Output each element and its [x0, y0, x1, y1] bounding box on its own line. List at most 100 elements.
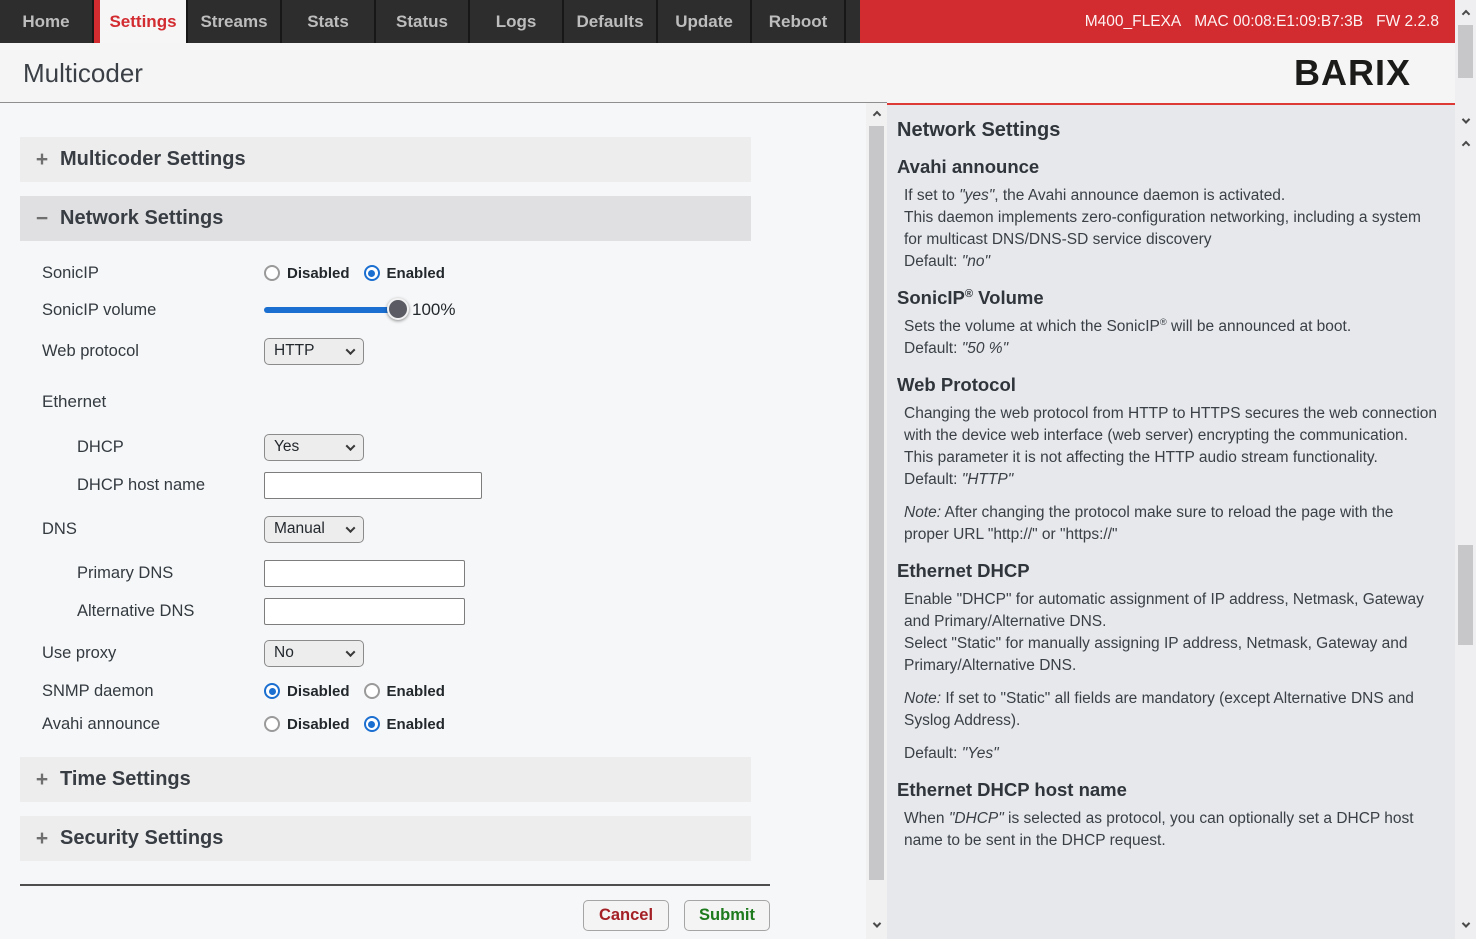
alternative-dns-input[interactable]: [264, 598, 465, 625]
use-proxy-label: Use proxy: [42, 644, 264, 663]
avahi-enabled-radio[interactable]: [364, 716, 380, 732]
chevron-down-icon: [346, 647, 356, 657]
tab-logs[interactable]: Logs: [470, 0, 564, 43]
sonicip-row: SonicIP Disabled Enabled: [20, 258, 751, 288]
slider-track: [264, 307, 398, 313]
sonicip-enabled-radio[interactable]: [364, 265, 380, 281]
tab-streams[interactable]: Streams: [188, 0, 282, 43]
use-proxy-select[interactable]: No: [264, 640, 364, 667]
help-panel: Network Settings Avahi announceIf set to…: [887, 103, 1455, 939]
scroll-up-button[interactable]: [866, 105, 887, 125]
alternative-dns-label: Alternative DNS: [77, 602, 264, 621]
section-multicoder-settings[interactable]: + Multicoder Settings: [20, 137, 751, 182]
content-scrollbar: [866, 103, 887, 939]
barix-logo: BARIX: [1294, 52, 1411, 94]
help-section-heading: Ethernet DHCP host name: [897, 779, 1439, 801]
section-label: Multicoder Settings: [60, 148, 246, 171]
help-paragraph: Changing the web protocol from HTTP to H…: [897, 403, 1439, 491]
sonicip-disabled-radio[interactable]: [264, 265, 280, 281]
primary-dns-row: Primary DNS: [20, 558, 751, 588]
dhcp-select[interactable]: Yes: [264, 434, 364, 461]
snmp-disabled-radio[interactable]: [264, 683, 280, 699]
snmp-enabled-radio[interactable]: [364, 683, 380, 699]
dhcp-label: DHCP: [77, 438, 264, 457]
tab-status[interactable]: Status: [376, 0, 470, 43]
section-security-settings[interactable]: + Security Settings: [20, 816, 751, 861]
avahi-announce-row: Avahi announce Disabled Enabled: [20, 709, 751, 739]
section-network-settings[interactable]: − Network Settings: [20, 196, 751, 241]
form-buttons: Cancel Submit: [20, 900, 770, 931]
slider-thumb[interactable]: [387, 298, 409, 320]
snmp-radio-group: Disabled Enabled: [264, 683, 459, 700]
page-scroll-up-button[interactable]: [1455, 4, 1476, 24]
section-label: Network Settings: [60, 207, 223, 230]
section-time-settings[interactable]: + Time Settings: [20, 757, 751, 802]
chevron-up-icon: [1461, 10, 1469, 18]
avahi-disabled-label: Disabled: [287, 716, 350, 733]
sonicip-volume-slider[interactable]: [264, 299, 398, 321]
avahi-disabled-radio[interactable]: [264, 716, 280, 732]
help-sections: Avahi announce If set to "yes", the Avahi…: [897, 156, 1439, 852]
help-section-heading: Web Protocol: [897, 374, 1439, 396]
network-settings-form: SonicIP Disabled Enabled SonicIP volume …: [20, 258, 751, 739]
expand-icon: +: [34, 827, 50, 851]
help-scroll-down-button[interactable]: [1455, 915, 1476, 935]
sonicip-disabled-label: Disabled: [287, 265, 350, 282]
dns-label: DNS: [42, 520, 264, 539]
sonicip-label: SonicIP: [42, 264, 264, 283]
dhcp-host-name-label: DHCP host name: [77, 476, 264, 495]
scrollbar-thumb[interactable]: [869, 126, 884, 880]
dns-select[interactable]: Manual: [264, 516, 364, 543]
web-protocol-row: Web protocol HTTP: [20, 336, 751, 366]
snmp-daemon-label: SNMP daemon: [42, 682, 264, 701]
dhcp-row: DHCP Yes: [20, 432, 751, 462]
help-paragraph: Default: "Yes": [897, 743, 1439, 765]
tab-defaults[interactable]: Defaults: [564, 0, 658, 43]
help-paragraph: Note: After changing the protocol make s…: [897, 502, 1439, 546]
form-divider: [20, 884, 770, 886]
avahi-radio-group: Disabled Enabled: [264, 716, 459, 733]
scroll-down-button[interactable]: [866, 915, 887, 935]
dhcp-host-name-row: DHCP host name: [20, 470, 751, 500]
page-scroll-down-button[interactable]: [1455, 111, 1476, 131]
main-content: + Multicoder Settings − Network Settings…: [0, 103, 866, 939]
page-scrollbar-thumb[interactable]: [1458, 25, 1473, 78]
help-scroll-up-button[interactable]: [1455, 135, 1476, 155]
cancel-button[interactable]: Cancel: [583, 900, 669, 931]
sonicip-enabled-label: Enabled: [387, 265, 445, 282]
help-scrollbar-thumb[interactable]: [1458, 545, 1473, 645]
tab-update[interactable]: Update: [658, 0, 752, 43]
avahi-enabled-label: Enabled: [387, 716, 445, 733]
sonicip-volume-row: SonicIP volume 100%: [20, 292, 751, 328]
help-paragraph: Enable "DHCP" for automatic assignment o…: [897, 589, 1439, 677]
expand-icon: +: [34, 148, 50, 172]
dns-row: DNS Manual: [20, 514, 751, 544]
ethernet-heading: Ethernet: [20, 392, 751, 416]
chevron-up-icon: [1461, 141, 1469, 149]
primary-dns-input[interactable]: [264, 560, 465, 587]
device-info-bar: M400_FLEXA MAC 00:08:E1:09:B7:3B FW 2.2.…: [860, 0, 1455, 43]
help-paragraph: If set to "yes", the Avahi announce daem…: [897, 185, 1439, 273]
help-paragraph: Note: If set to "Static" all fields are …: [897, 688, 1439, 732]
tab-home[interactable]: Home: [0, 0, 94, 43]
use-proxy-row: Use proxy No: [20, 638, 751, 668]
help-section-heading: Avahi announce: [897, 156, 1439, 178]
tab-reboot[interactable]: Reboot: [752, 0, 846, 43]
tab-settings[interactable]: Settings: [94, 0, 188, 43]
chevron-down-icon: [346, 345, 356, 355]
device-mac: MAC 00:08:E1:09:B7:3B: [1194, 13, 1363, 31]
submit-button[interactable]: Submit: [684, 900, 770, 931]
tab-stats[interactable]: Stats: [282, 0, 376, 43]
chevron-down-icon: [1461, 115, 1469, 123]
web-protocol-select[interactable]: HTTP: [264, 338, 364, 365]
help-section-heading: SonicIP® Volume: [897, 287, 1439, 309]
snmp-disabled-label: Disabled: [287, 683, 350, 700]
use-proxy-value: No: [274, 644, 294, 662]
dhcp-value: Yes: [274, 438, 299, 456]
top-navigation: Home Settings Streams Stats Status Logs …: [0, 0, 1455, 43]
dhcp-host-name-input[interactable]: [264, 472, 482, 499]
web-protocol-label: Web protocol: [42, 342, 264, 361]
alternative-dns-row: Alternative DNS: [20, 596, 751, 626]
chevron-down-icon: [872, 919, 880, 927]
chevron-down-icon: [346, 523, 356, 533]
